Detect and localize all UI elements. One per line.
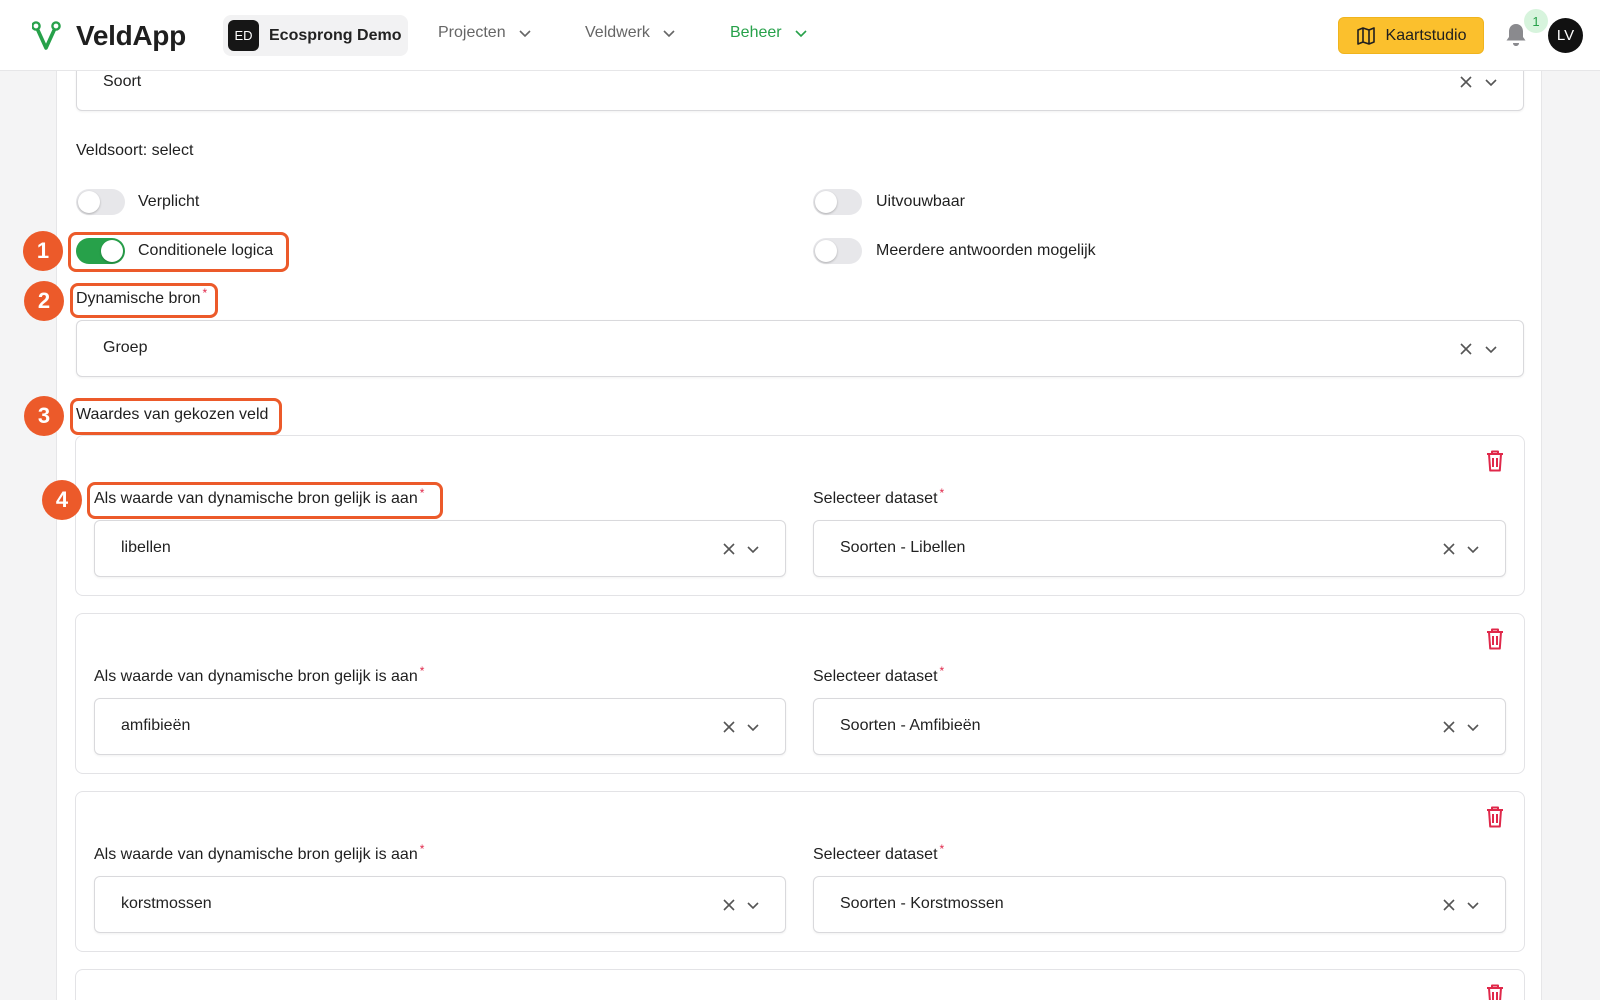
clear-icon[interactable] bbox=[1442, 542, 1456, 556]
annotation-marker: 3 bbox=[24, 396, 64, 436]
trash-icon[interactable] bbox=[1486, 628, 1504, 650]
toggle-verplicht-label: Verplicht bbox=[138, 193, 200, 210]
select-value: korstmossen bbox=[121, 895, 212, 912]
select-value: Soorten - Libellen bbox=[840, 539, 966, 556]
chevron-down-icon[interactable] bbox=[1466, 898, 1480, 912]
toggle-uitvouwbaar[interactable] bbox=[813, 189, 862, 215]
required-mark: * bbox=[939, 486, 945, 500]
dynamic-source-select[interactable]: Groep bbox=[76, 320, 1524, 377]
clear-icon[interactable] bbox=[722, 898, 736, 912]
nav-projecten[interactable]: Projecten bbox=[438, 24, 532, 42]
annotation-marker: 4 bbox=[42, 480, 82, 520]
map-icon bbox=[1356, 26, 1375, 45]
clear-icon[interactable] bbox=[1459, 75, 1473, 89]
select-value: Groep bbox=[103, 339, 148, 356]
annotation-highlight bbox=[87, 482, 443, 519]
clear-icon[interactable] bbox=[1442, 720, 1456, 734]
chevron-down-icon[interactable] bbox=[1484, 75, 1498, 89]
condition-value-select[interactable]: libellen bbox=[94, 520, 786, 577]
condition-label: Als waarde van dynamische bron gelijk is… bbox=[94, 664, 424, 686]
trash-icon[interactable] bbox=[1486, 806, 1504, 828]
required-mark: * bbox=[939, 664, 945, 678]
chevron-down-icon bbox=[795, 30, 807, 38]
top-navbar: VeldApp ED Ecosprong Demo Projecten Veld… bbox=[0, 0, 1600, 71]
chevron-down-icon[interactable] bbox=[746, 898, 760, 912]
dataset-label-text: Selecteer dataset bbox=[813, 490, 938, 507]
chevron-down-icon bbox=[663, 30, 675, 38]
annotation-marker: 1 bbox=[23, 231, 63, 271]
toggle-meerdere-antwoorden[interactable] bbox=[813, 238, 862, 264]
select-value: libellen bbox=[121, 539, 171, 556]
required-mark: * bbox=[939, 842, 945, 856]
required-mark: * bbox=[419, 664, 425, 678]
chevron-down-icon[interactable] bbox=[1466, 720, 1480, 734]
condition-value-select[interactable]: amfibieën bbox=[94, 698, 786, 755]
toggle-verplicht[interactable] bbox=[76, 189, 125, 215]
dataset-label: Selecteer dataset * bbox=[813, 842, 944, 864]
toggle-meerdere-antwoorden-label: Meerdere antwoorden mogelijk bbox=[876, 242, 1096, 259]
condition-label-text: Als waarde van dynamische bron gelijk is… bbox=[94, 846, 418, 863]
select-value: amfibieën bbox=[121, 717, 191, 734]
annotation-highlight bbox=[70, 398, 282, 435]
app-name: VeldApp bbox=[76, 20, 186, 51]
toggle-uitvouwbaar-label: Uitvouwbaar bbox=[876, 193, 965, 210]
trash-icon[interactable] bbox=[1486, 984, 1504, 1000]
kaartstudio-button[interactable]: Kaartstudio bbox=[1338, 17, 1484, 54]
select-value: Soort bbox=[103, 73, 142, 90]
chevron-down-icon[interactable] bbox=[1484, 342, 1498, 356]
toggle-knob bbox=[78, 191, 100, 213]
condition-value-select[interactable]: korstmossen bbox=[94, 876, 786, 933]
chevron-down-icon[interactable] bbox=[746, 720, 760, 734]
clear-icon[interactable] bbox=[722, 542, 736, 556]
dataset-select[interactable]: Soorten - Korstmossen bbox=[813, 876, 1506, 933]
chevron-down-icon[interactable] bbox=[746, 542, 760, 556]
app-logo[interactable]: VeldApp bbox=[32, 18, 186, 54]
clear-icon[interactable] bbox=[722, 720, 736, 734]
veldapp-logo-icon bbox=[32, 21, 61, 50]
dataset-label: Selecteer dataset * bbox=[813, 486, 944, 508]
nav-veldwerk-label: Veldwerk bbox=[585, 24, 650, 41]
annotation-marker: 2 bbox=[24, 281, 64, 321]
select-value: Soorten - Korstmossen bbox=[840, 895, 1004, 912]
trash-icon[interactable] bbox=[1486, 450, 1504, 472]
condition-label-text: Als waarde van dynamische bron gelijk is… bbox=[94, 668, 418, 685]
rule-group bbox=[75, 969, 1525, 1000]
organisation-name: Ecosprong Demo bbox=[269, 26, 402, 44]
clear-icon[interactable] bbox=[1459, 342, 1473, 356]
organisation-badge: ED bbox=[228, 20, 259, 51]
organisation-switcher[interactable]: ED Ecosprong Demo bbox=[223, 15, 408, 56]
toggle-knob bbox=[815, 191, 837, 213]
toggle-knob bbox=[815, 240, 837, 262]
dataset-label-text: Selecteer dataset bbox=[813, 846, 938, 863]
dataset-label: Selecteer dataset * bbox=[813, 664, 944, 686]
clear-icon[interactable] bbox=[1442, 898, 1456, 912]
nav-veldwerk[interactable]: Veldwerk bbox=[585, 24, 676, 42]
nav-beheer[interactable]: Beheer bbox=[730, 24, 808, 42]
dataset-label-text: Selecteer dataset bbox=[813, 668, 938, 685]
nav-projecten-label: Projecten bbox=[438, 24, 506, 41]
required-mark: * bbox=[419, 842, 425, 856]
user-avatar[interactable]: LV bbox=[1548, 18, 1583, 53]
chevron-down-icon[interactable] bbox=[1466, 542, 1480, 556]
nav-beheer-label: Beheer bbox=[730, 24, 782, 41]
select-value: Soorten - Amfibieën bbox=[840, 717, 981, 734]
field-type-text: Veldsoort: select bbox=[76, 142, 194, 159]
dataset-select[interactable]: Soorten - Amfibieën bbox=[813, 698, 1506, 755]
notification-count-badge: 1 bbox=[1524, 9, 1548, 33]
dataset-select[interactable]: Soorten - Libellen bbox=[813, 520, 1506, 577]
kaartstudio-label: Kaartstudio bbox=[1385, 26, 1467, 44]
annotation-highlight bbox=[68, 232, 289, 272]
chevron-down-icon bbox=[519, 30, 531, 38]
annotation-highlight bbox=[70, 283, 218, 318]
condition-label: Als waarde van dynamische bron gelijk is… bbox=[94, 842, 424, 864]
